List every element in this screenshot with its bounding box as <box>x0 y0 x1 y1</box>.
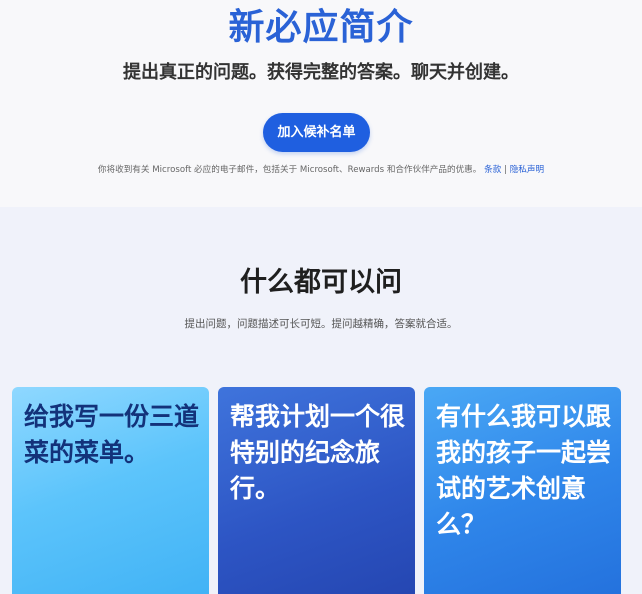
section-subtitle: 提出问题，问题描述可长可短。提问越精确，答案就合适。 <box>184 318 458 330</box>
link-separator: | <box>504 165 507 175</box>
privacy-link[interactable]: 隐私声明 <box>510 165 544 175</box>
hero-subtitle: 提出真正的问题。获得完整的答案。聊天并创建。 <box>123 62 519 83</box>
join-waitlist-button[interactable]: 加入候补名单 <box>263 113 370 152</box>
example-card-menu[interactable]: 给我写一份三道菜的菜单。 <box>12 387 209 594</box>
hero-section: 新必应简介 提出真正的问题。获得完整的答案。聊天并创建。 加入候补名单 你将收到… <box>0 0 642 207</box>
example-card-art[interactable]: 有什么我可以跟我的孩子一起尝试的艺术创意么？ <box>424 387 621 594</box>
example-card-trip[interactable]: 帮我计划一个很特别的纪念旅行。 <box>218 387 415 594</box>
disclaimer-text: 你将收到有关 Microsoft 必应的电子邮件，包括关于 Microsoft、… <box>97 165 482 175</box>
example-card-text: 帮我计划一个很特别的纪念旅行。 <box>230 402 406 503</box>
section-title: 什么都可以问 <box>240 267 402 298</box>
example-card-text: 给我写一份三道菜的菜单。 <box>24 402 200 467</box>
page: 新必应简介 提出真正的问题。获得完整的答案。聊天并创建。 加入候补名单 你将收到… <box>0 0 642 594</box>
terms-link[interactable]: 条款 <box>484 165 501 175</box>
ask-anything-section: 什么都可以问 提出问题，问题描述可长可短。提问越精确，答案就合适。 给我写一份三… <box>0 207 642 594</box>
email-disclaimer: 你将收到有关 Microsoft 必应的电子邮件，包括关于 Microsoft、… <box>0 163 642 177</box>
example-card-text: 有什么我可以跟我的孩子一起尝试的艺术创意么？ <box>436 402 612 539</box>
hero-title: 新必应简介 <box>228 7 414 48</box>
